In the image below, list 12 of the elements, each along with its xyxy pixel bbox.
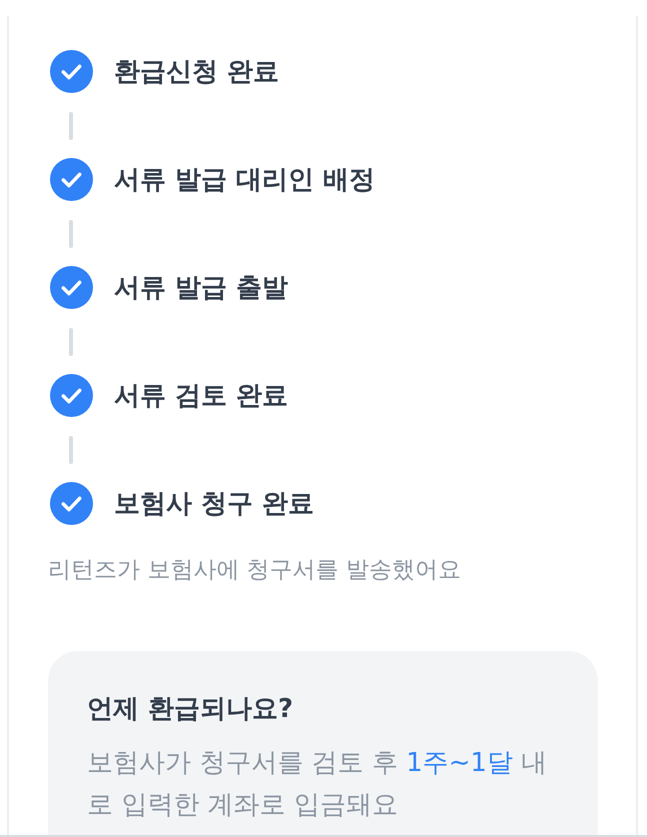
step-connector [69,436,73,464]
step-connector [69,328,73,356]
step-connector [69,112,73,140]
step-label: 환급신청 완료 [114,56,280,88]
step-label: 서류 검토 완료 [114,380,288,412]
step-description: 리턴즈가 보험사에 청구서를 발송했어요 [48,556,461,585]
step-label: 서류 발급 출발 [114,272,288,304]
step-label: 서류 발급 대리인 배정 [114,164,376,196]
info-card-title: 언제 환급되나요? [87,693,294,726]
step-label: 보험사 청구 완료 [114,488,314,520]
step-connector [69,220,73,248]
info-card-body: 보험사가 청구서를 검토 후 1주~1달 내로 입력한 계좌로 입금돼요 [87,747,548,822]
